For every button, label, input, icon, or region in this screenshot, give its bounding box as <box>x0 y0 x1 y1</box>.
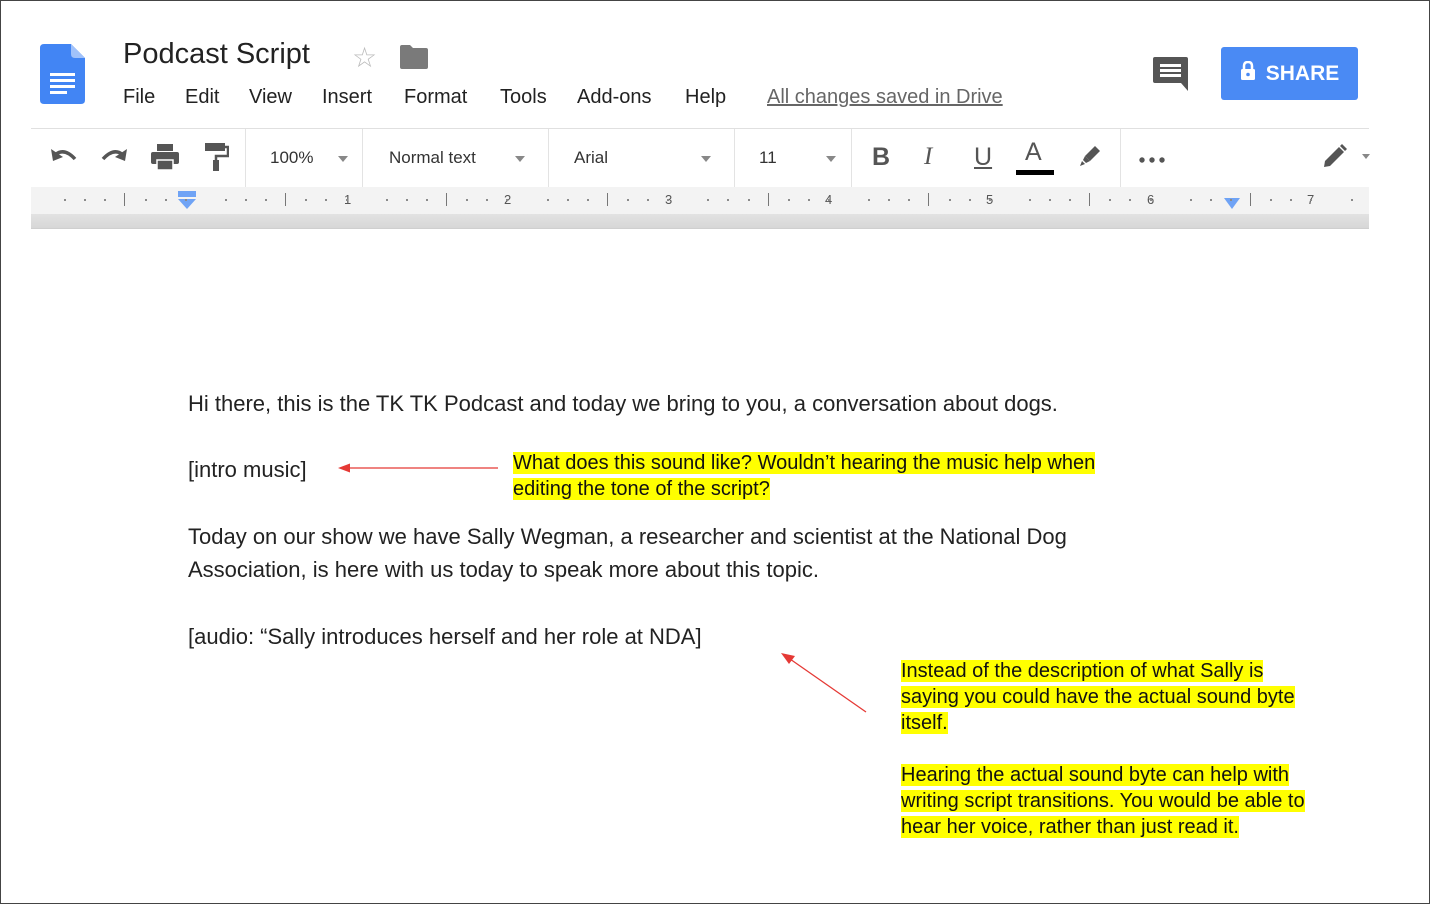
arrow-to-intro-music <box>338 463 498 473</box>
annotation-arrows <box>338 463 867 713</box>
arrow-to-audio <box>781 653 867 713</box>
